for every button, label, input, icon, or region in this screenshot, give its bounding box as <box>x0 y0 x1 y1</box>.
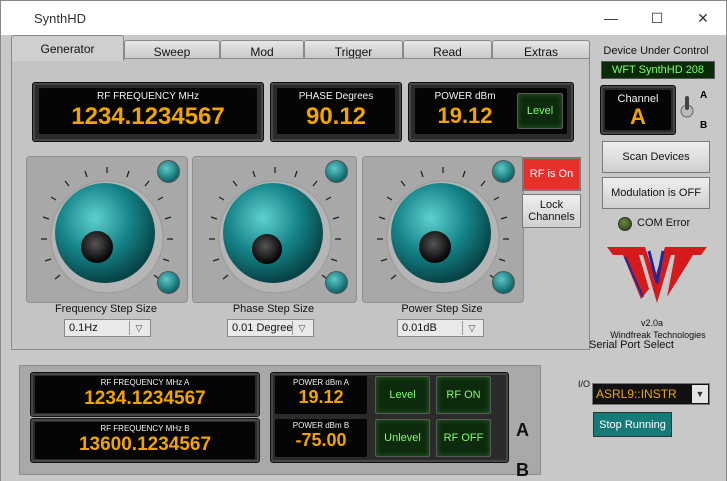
title-bar: SynthHD — ☐ ✕ <box>1 1 726 35</box>
power-a-display: POWER dBm A 19.12 <box>275 376 367 414</box>
power-fine-button[interactable] <box>492 271 515 294</box>
channel-switch[interactable] <box>679 93 695 119</box>
com-error-led <box>618 217 632 231</box>
freq-fine-button[interactable] <box>157 271 180 294</box>
power-label: POWER dBm <box>434 91 496 102</box>
phase-display: PHASE Degrees 90.12 <box>270 82 402 142</box>
power-coarse-button[interactable] <box>492 160 515 183</box>
phase-step-select[interactable]: 0.01 Degree ▽ <box>227 319 314 337</box>
chevron-down-icon[interactable]: ▼ <box>692 385 708 403</box>
phase-step-label: Phase Step Size <box>232 303 315 315</box>
power-value[interactable]: 19.12 <box>415 103 515 129</box>
chevron-down-icon: ▽ <box>129 321 148 335</box>
io-icon: I/O <box>578 379 591 389</box>
rf-on-button[interactable]: RF is On <box>522 157 581 191</box>
power-status-frame: POWER dBm A 19.12 POWER dBm B -75.00 Lev… <box>270 372 509 463</box>
app-window: SynthHD — ☐ ✕ Generator Sweep Mod Trigge… <box>0 0 727 481</box>
tab-generator[interactable]: Generator <box>11 35 124 61</box>
phase-label: PHASE Degrees <box>298 91 374 102</box>
channel-b-tag: B <box>516 460 529 480</box>
switch-label-a: A <box>700 90 708 101</box>
windfreak-logo-icon <box>607 247 707 303</box>
freq-coarse-button[interactable] <box>157 160 180 183</box>
close-button[interactable]: ✕ <box>680 1 726 35</box>
level-a-indicator: Level <box>375 376 430 414</box>
client-area: Generator Sweep Mod Trigger Read Extras … <box>1 35 726 481</box>
power-a-value: 19.12 <box>298 387 344 407</box>
phase-value[interactable]: 90.12 <box>277 103 395 131</box>
power-step-label: Power Step Size <box>401 303 483 315</box>
freq-b-label: RF FREQUENCY MHz B <box>100 424 190 433</box>
version-label: v2.0a <box>641 318 664 328</box>
rf-frequency-value[interactable]: 1234.1234567 <box>39 103 257 131</box>
level-indicator: Level <box>517 93 563 129</box>
generator-panel: RF FREQUENCY MHz 1234.1234567 PHASE Degr… <box>11 58 590 350</box>
stop-running-button[interactable]: Stop Running <box>593 412 672 437</box>
phase-fine-button[interactable] <box>325 271 348 294</box>
freq-b-value: 13600.1234567 <box>78 434 212 455</box>
chevron-down-icon: ▽ <box>292 321 311 335</box>
switch-label-b: B <box>700 120 708 131</box>
power-step-select[interactable]: 0.01dB ▽ <box>397 319 484 337</box>
chevron-down-icon: ▽ <box>462 321 481 335</box>
frequency-step-label: Frequency Step Size <box>54 303 158 315</box>
device-header: Device Under Control <box>603 45 709 57</box>
frequency-step-select[interactable]: 0.1Hz ▽ <box>64 319 151 337</box>
channel-a-tag: A <box>516 420 529 440</box>
channel-status-panel: RF FREQUENCY MHz A 1234.1234567 RF FREQU… <box>19 365 541 480</box>
maximize-button[interactable]: ☐ <box>634 1 680 35</box>
power-b-value: -75.00 <box>295 430 347 450</box>
power-b-display: POWER dBm B -75.00 <box>275 419 367 457</box>
freq-b-display: RF FREQUENCY MHz B 13600.1234567 <box>30 418 260 463</box>
device-name-display: WFT SynthHD 208 <box>601 61 715 79</box>
rf-b-indicator: RF OFF <box>436 419 491 457</box>
channel-display: Channel A <box>600 85 676 135</box>
serial-port-label: Serial Port Select <box>589 339 674 351</box>
rf-a-indicator: RF ON <box>436 376 491 414</box>
power-display: POWER dBm 19.12 Level <box>408 82 574 142</box>
serial-port-select[interactable]: ASRL9::INSTR ▼ <box>592 383 710 405</box>
rf-frequency-display: RF FREQUENCY MHz 1234.1234567 <box>32 82 264 142</box>
phase-coarse-button[interactable] <box>325 160 348 183</box>
channel-value: A <box>630 104 646 129</box>
modulation-button[interactable]: Modulation is OFF <box>602 177 710 209</box>
scan-devices-button[interactable]: Scan Devices <box>602 141 710 173</box>
freq-a-display: RF FREQUENCY MHz A 1234.1234567 <box>30 372 260 417</box>
rf-frequency-label: RF FREQUENCY MHz <box>96 91 200 102</box>
power-b-label: POWER dBm B <box>292 421 350 430</box>
freq-a-value: 1234.1234567 <box>84 388 206 409</box>
level-b-indicator: Unlevel <box>375 419 430 457</box>
com-error-label: COM Error <box>637 217 691 229</box>
window-title: SynthHD <box>34 11 87 26</box>
minimize-button[interactable]: — <box>588 1 634 35</box>
freq-a-label: RF FREQUENCY MHz A <box>100 378 190 387</box>
lock-channels-button[interactable]: Lock Channels <box>522 194 581 228</box>
power-a-label: POWER dBm A <box>292 378 349 387</box>
